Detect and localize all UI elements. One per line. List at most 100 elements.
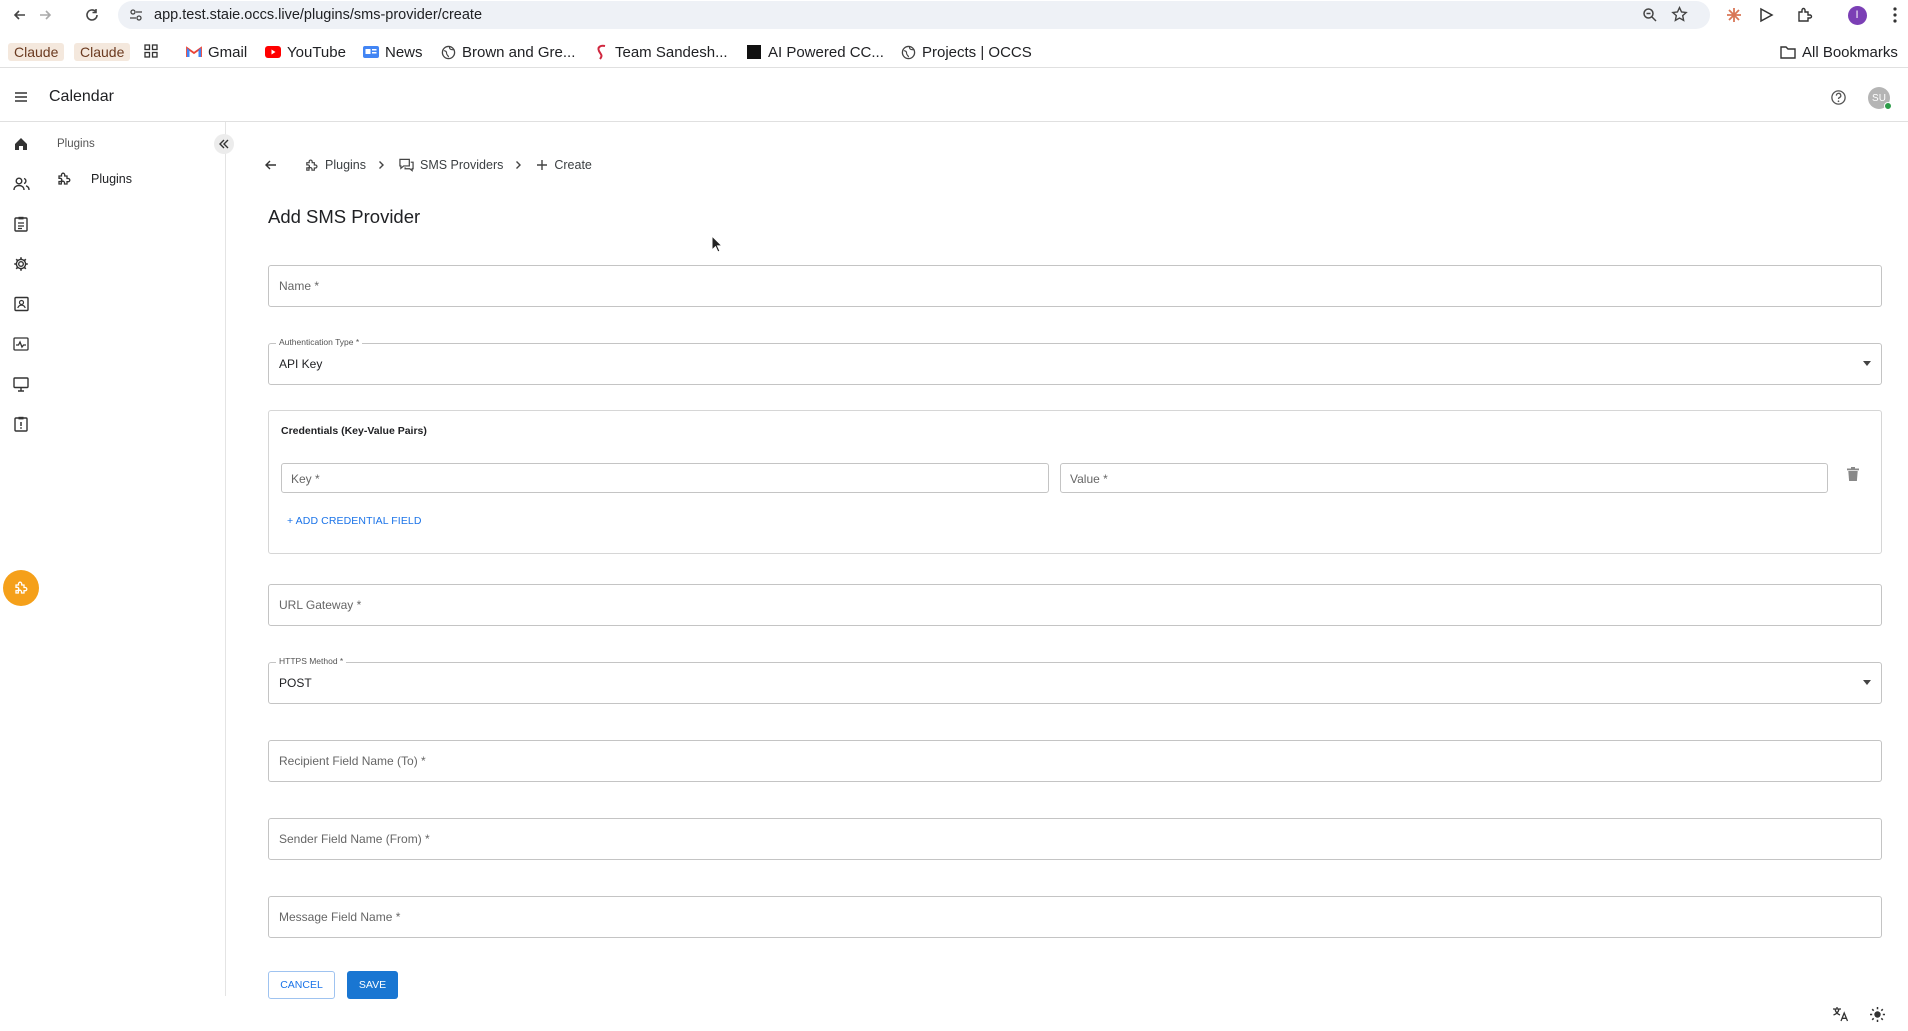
subnav-item-label[interactable]: Plugins	[91, 172, 132, 186]
plugin-icon	[304, 158, 319, 173]
credentials-section: Credentials (Key-Value Pairs) Key * Valu…	[268, 410, 1882, 554]
users-icon[interactable]	[11, 174, 31, 194]
gear-icon[interactable]	[11, 254, 31, 274]
message-placeholder: Message Field Name *	[279, 910, 401, 924]
sender-placeholder: Sender Field Name (From) *	[279, 832, 430, 846]
play-extension-icon[interactable]	[1755, 4, 1777, 26]
bookmark-news[interactable]: News	[363, 42, 423, 62]
claude-extension-icon[interactable]	[1723, 4, 1745, 26]
avatar[interactable]: SU	[1868, 87, 1892, 110]
forward-icon[interactable]	[34, 4, 56, 26]
sandesh-icon	[593, 44, 609, 60]
breadcrumb-create: Create	[536, 158, 592, 172]
recipient-placeholder: Recipient Field Name (To) *	[279, 754, 426, 768]
bookmarks-bar: Claude Claude Gmail YouTube News Brown a…	[0, 34, 1908, 68]
breadcrumb: Plugins SMS Providers Create	[264, 156, 592, 174]
credential-key-input[interactable]: Key *	[281, 463, 1049, 493]
reload-icon[interactable]	[81, 4, 103, 26]
activity-icon[interactable]	[11, 334, 31, 354]
online-status-dot	[1884, 102, 1892, 110]
dropdown-arrow-icon	[1863, 361, 1871, 366]
bookmark-brown-and-green[interactable]: Brown and Gre...	[440, 42, 575, 62]
url-gateway-placeholder: URL Gateway *	[279, 598, 362, 612]
contact-book-icon[interactable]	[11, 294, 31, 314]
google-news-icon	[363, 44, 379, 60]
clipboard-icon[interactable]	[11, 214, 31, 234]
authentication-type-value: API Key	[279, 357, 323, 371]
plugin-icon	[56, 171, 72, 187]
dropdown-arrow-icon	[1863, 680, 1871, 685]
app-title: Calendar	[49, 88, 114, 105]
url-gateway-input[interactable]: URL Gateway *	[268, 584, 1882, 626]
url-text[interactable]: app.test.staie.occs.live/plugins/sms-pro…	[154, 7, 482, 23]
apps-grid-icon[interactable]	[144, 44, 158, 58]
bookmark-team-sandesh[interactable]: Team Sandesh...	[593, 42, 728, 62]
credential-value-input[interactable]: Value *	[1060, 463, 1828, 493]
all-bookmarks[interactable]: All Bookmarks	[1780, 42, 1898, 62]
https-method-select[interactable]: HTTPS Method * POST	[268, 656, 1882, 704]
chevron-right-icon	[378, 160, 385, 170]
help-icon[interactable]	[1830, 89, 1847, 106]
recipient-field-input[interactable]: Recipient Field Name (To) *	[268, 740, 1882, 782]
https-method-value: POST	[279, 676, 312, 690]
browser-toolbar: app.test.staie.occs.live/plugins/sms-pro…	[0, 0, 1908, 30]
site-info-icon[interactable]	[128, 7, 144, 23]
page-title: Add SMS Provider	[268, 206, 421, 227]
trash-icon[interactable]	[1847, 467, 1859, 481]
breadcrumb-label[interactable]: SMS Providers	[420, 158, 503, 172]
globe-icon	[440, 44, 456, 60]
bookmark-star-icon[interactable]	[1671, 6, 1688, 23]
avatar-initials: SU	[1872, 92, 1886, 104]
folder-icon	[1780, 44, 1796, 60]
name-placeholder: Name *	[279, 279, 320, 293]
breadcrumb-plugins[interactable]: Plugins	[304, 158, 366, 173]
authentication-type-select[interactable]: Authentication Type * API Key	[268, 337, 1882, 385]
hamburger-menu-icon[interactable]	[12, 88, 30, 106]
gmail-icon	[186, 44, 202, 60]
bookmark-gmail[interactable]: Gmail	[186, 42, 247, 62]
cancel-button[interactable]: CANCEL	[268, 971, 335, 999]
bookmark-claude-1[interactable]: Claude	[8, 42, 65, 62]
extensions-puzzle-icon[interactable]	[1794, 4, 1816, 26]
breadcrumb-label: Create	[554, 158, 592, 172]
profile-initial[interactable]: I	[1847, 5, 1867, 25]
bookmark-projects-occs[interactable]: Projects | OCCS	[900, 42, 1032, 62]
profile-icon[interactable]: I	[1846, 4, 1868, 26]
breadcrumb-label[interactable]: Plugins	[325, 158, 366, 172]
save-button[interactable]: SAVE	[347, 971, 398, 999]
name-input[interactable]: Name *	[268, 265, 1882, 307]
back-icon[interactable]	[9, 4, 31, 26]
message-field-input[interactable]: Message Field Name *	[268, 896, 1882, 938]
back-arrow-icon[interactable]	[264, 158, 278, 172]
address-bar[interactable]: app.test.staie.occs.live/plugins/sms-pro…	[118, 1, 1710, 29]
kebab-menu-icon[interactable]	[1884, 4, 1906, 26]
icon-rail	[0, 122, 42, 1002]
zoom-icon[interactable]	[1642, 7, 1658, 23]
plugin-icon[interactable]	[3, 570, 39, 606]
authentication-type-label: Authentication Type *	[276, 337, 363, 347]
monitor-icon[interactable]	[11, 374, 31, 394]
translate-icon[interactable]	[1830, 1004, 1850, 1024]
value-placeholder: Value *	[1070, 472, 1108, 486]
theme-toggle-icon[interactable]	[1867, 1004, 1887, 1024]
bookmark-claude-2[interactable]: Claude	[74, 42, 131, 62]
subnav-section-title: Plugins	[57, 138, 95, 150]
key-placeholder: Key *	[291, 472, 320, 486]
home-icon[interactable]	[11, 134, 31, 154]
https-method-label: HTTPS Method *	[276, 656, 347, 666]
youtube-icon	[265, 44, 281, 60]
plugins-subnav: Plugins Plugins	[42, 122, 234, 996]
plus-icon	[536, 159, 548, 171]
bookmark-ai-powered[interactable]: AI Powered CC...	[746, 42, 884, 62]
mouse-cursor-icon	[711, 235, 723, 253]
black-square-icon	[746, 44, 762, 60]
chevron-right-icon	[515, 160, 522, 170]
add-credential-field-button[interactable]: + ADD CREDENTIAL FIELD	[287, 515, 422, 527]
chat-icon	[399, 158, 414, 172]
subnav-item-plugins[interactable]: Plugins	[56, 168, 216, 190]
sender-field-input[interactable]: Sender Field Name (From) *	[268, 818, 1882, 860]
breadcrumb-sms-providers[interactable]: SMS Providers	[399, 158, 503, 172]
report-icon[interactable]	[11, 414, 31, 434]
bookmark-youtube[interactable]: YouTube	[265, 42, 346, 62]
main-content: Plugins SMS Providers Create Add SMS Pro…	[226, 122, 1908, 1002]
